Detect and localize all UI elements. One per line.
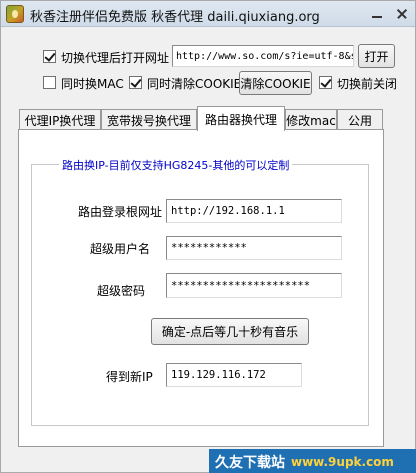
open-url-label: 切换代理后打开网址 xyxy=(61,51,170,65)
watermark-banner: 久友下载站 www.9upk.com xyxy=(209,449,416,473)
url-input[interactable]: http://www.so.com/s?ie=utf-8&s xyxy=(172,45,354,67)
admin-pass-input[interactable]: ********************** xyxy=(166,273,342,298)
tab-modify-mac[interactable]: 修改mac xyxy=(285,109,337,130)
clear-cookie-button[interactable]: 清除COOKIE xyxy=(239,71,312,95)
login-url-input[interactable]: http://192.168.1.1 xyxy=(166,199,342,223)
tab-broadband-dial[interactable]: 宽带拨号换代理 xyxy=(101,109,197,130)
tab-proxy-ip[interactable]: 代理IP换代理 xyxy=(19,109,101,130)
window-title: 秋香注册伴侣免费版 秋香代理 daili.qiuxiang.org xyxy=(30,10,320,25)
close-before-label: 切换前关闭 xyxy=(337,77,398,91)
login-url-label: 路由登录根网址 xyxy=(78,205,163,219)
admin-pass-label: 超级密码 xyxy=(97,284,146,298)
title-bar[interactable]: 秋香注册伴侣免费版 秋香代理 daili.qiuxiang.org xyxy=(1,1,415,27)
main-window: 秋香注册伴侣免费版 秋香代理 daili.qiuxiang.org 切换代理后打… xyxy=(0,0,416,473)
watermark-url: www.9upk.com xyxy=(291,454,394,469)
clear-cookie-label: 同时清除COOKIE xyxy=(147,77,242,91)
sync-mac-checkbox[interactable] xyxy=(43,76,56,89)
tab-common[interactable]: 公用 xyxy=(337,109,383,130)
new-ip-label: 得到新IP xyxy=(106,370,153,384)
admin-user-label: 超级用户名 xyxy=(90,242,151,256)
close-icon[interactable] xyxy=(389,4,415,23)
close-before-checkbox[interactable] xyxy=(319,76,332,89)
open-url-checkbox[interactable] xyxy=(43,50,56,63)
app-logo-icon xyxy=(6,5,24,23)
tab-router[interactable]: 路由器换代理 xyxy=(197,106,285,131)
confirm-button[interactable]: 确定-点后等几十秒有音乐 xyxy=(151,318,309,345)
clear-cookie-checkbox[interactable] xyxy=(129,76,142,89)
router-group-title: 路由换IP-目前仅支持HG8245-其他的可以定制 xyxy=(59,157,293,173)
watermark-site-name: 久友下载站 xyxy=(215,454,285,471)
new-ip-output: 119.129.116.172 xyxy=(166,363,302,387)
open-button[interactable]: 打开 xyxy=(358,44,395,68)
admin-user-input[interactable]: ************ xyxy=(166,236,342,260)
sync-mac-label: 同时换MAC xyxy=(61,77,124,91)
minimize-icon[interactable] xyxy=(364,4,390,23)
